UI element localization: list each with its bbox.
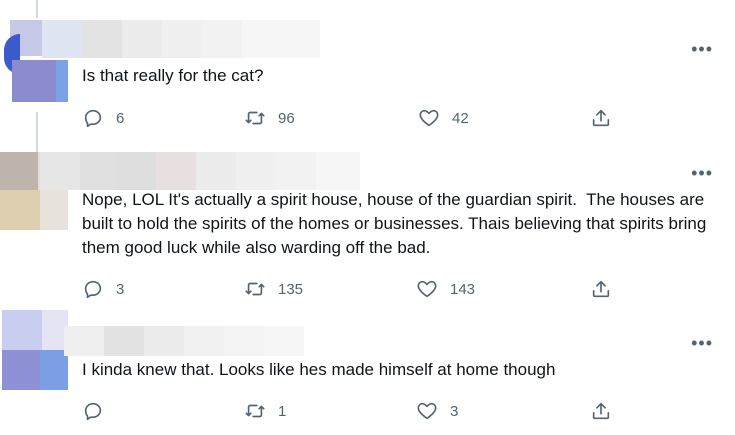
- reply-icon: [84, 109, 102, 128]
- tweet-actions: 6 96 42: [82, 106, 622, 130]
- blurred-username: [42, 20, 320, 58]
- like-button[interactable]: 143: [416, 277, 475, 301]
- reply-tweet[interactable]: ••• Nope, LOL It's actually a spirit hou…: [0, 148, 735, 308]
- tweet-text: Nope, LOL It's actually a spirit house, …: [82, 190, 712, 257]
- more-icon[interactable]: •••: [691, 164, 713, 182]
- heart-icon: [417, 280, 437, 298]
- more-icon[interactable]: •••: [691, 40, 713, 58]
- more-icon[interactable]: •••: [691, 334, 713, 352]
- tweet-actions: 1 3: [82, 399, 622, 423]
- blurred-username: [40, 152, 360, 190]
- share-icon: [592, 109, 610, 127]
- avatar[interactable]: [2, 310, 68, 390]
- blurred-username: [64, 326, 304, 356]
- previous-tweet-actions-cut: [0, 0, 735, 2]
- reply-tweet[interactable]: ••• I kinda knew that. Looks like hes ma…: [0, 308, 735, 435]
- retweet-button[interactable]: 96: [244, 106, 295, 130]
- share-icon: [592, 402, 610, 420]
- retweet-count: 135: [278, 280, 304, 298]
- reply-button[interactable]: 3: [82, 277, 124, 301]
- reply-icon: [84, 280, 102, 299]
- retweet-count: 1: [278, 402, 287, 420]
- like-count: 3: [450, 402, 459, 420]
- heart-icon: [419, 109, 439, 127]
- share-icon: [592, 280, 610, 298]
- reply-button[interactable]: 6: [82, 106, 124, 130]
- share-button[interactable]: [590, 399, 612, 423]
- share-button[interactable]: [590, 277, 612, 301]
- retweet-button[interactable]: 1: [244, 399, 286, 423]
- thread-line: [36, 0, 38, 18]
- reply-count: 6: [116, 109, 125, 127]
- like-count: 143: [450, 280, 476, 298]
- reply-tweet[interactable]: ••• Is that really for the cat? 6 96 42: [0, 18, 735, 148]
- share-button[interactable]: [590, 106, 612, 130]
- reply-count: 3: [116, 280, 125, 298]
- tweet-actions: 3 135 143: [82, 277, 622, 301]
- retweet-icon: [245, 282, 265, 296]
- retweet-icon: [245, 404, 265, 418]
- reply-button[interactable]: [82, 399, 116, 423]
- retweet-button[interactable]: 135: [244, 277, 303, 301]
- retweet-icon: [245, 111, 265, 125]
- like-button[interactable]: 42: [418, 106, 469, 130]
- retweet-count: 96: [278, 109, 295, 127]
- tweet-text: I kinda knew that. Looks like hes made h…: [82, 360, 556, 379]
- tweet-text: Is that really for the cat?: [82, 66, 264, 85]
- reply-icon: [84, 402, 102, 421]
- like-count: 42: [452, 109, 469, 127]
- like-button[interactable]: 3: [416, 399, 458, 423]
- heart-icon: [417, 402, 437, 420]
